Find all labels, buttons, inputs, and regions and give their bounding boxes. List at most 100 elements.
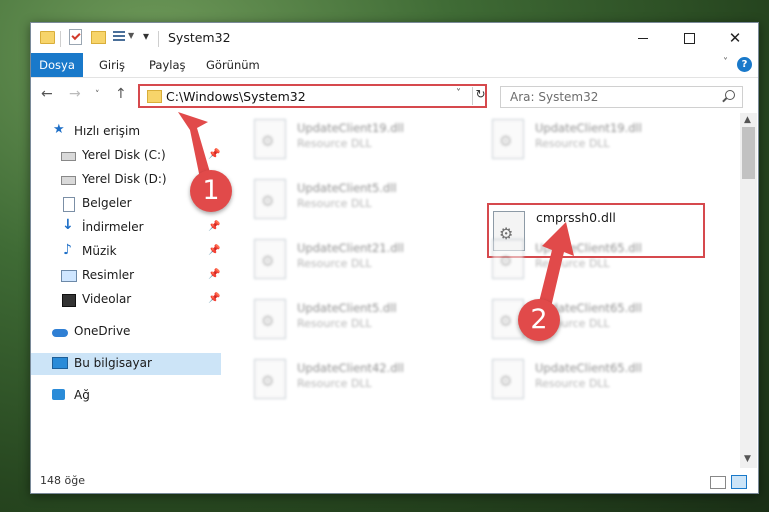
- tab-share[interactable]: Paylaş: [149, 53, 186, 77]
- file-name: UpdateClient19.dll: [535, 121, 642, 135]
- sidebar-item-music[interactable]: ♪ Müzik 📌: [31, 241, 221, 263]
- file-description: Resource DLL: [297, 197, 372, 210]
- computer-icon: [52, 357, 68, 369]
- annotation-badge-1: 1: [190, 170, 232, 212]
- sidebar-item-onedrive[interactable]: OneDrive: [31, 321, 221, 343]
- sidebar-item-this-pc[interactable]: Bu bilgisayar: [31, 353, 221, 375]
- dll-file-icon: [492, 239, 524, 279]
- file-item[interactable]: UpdateClient19.dll Resource DLL: [492, 119, 692, 159]
- tab-view[interactable]: Görünüm: [206, 53, 260, 77]
- recent-locations-icon[interactable]: ˅: [95, 90, 100, 100]
- divider: [158, 31, 159, 47]
- sidebar-item-label: OneDrive: [74, 324, 131, 338]
- file-description: Resource DLL: [297, 377, 372, 390]
- dll-file-icon: [492, 359, 524, 399]
- file-name: cmprssh0.dll: [536, 210, 616, 225]
- file-description: Resource DLL: [297, 137, 372, 150]
- sidebar-item-local-disk-c[interactable]: Yerel Disk (C:) 📌: [31, 145, 221, 167]
- pin-icon[interactable]: 📌: [208, 221, 220, 232]
- file-name: UpdateClient65.dll: [535, 361, 642, 375]
- scroll-up-icon[interactable]: ▲: [744, 115, 751, 125]
- sidebar-item-label: Bu bilgisayar: [74, 356, 152, 370]
- sidebar-item-label: Yerel Disk (C:): [82, 148, 166, 162]
- drive-icon: [61, 176, 76, 185]
- file-description: Resource DLL: [297, 317, 372, 330]
- properties-icon[interactable]: [113, 31, 125, 43]
- sidebar-item-network[interactable]: Ağ: [31, 385, 221, 407]
- file-name: UpdateClient42.dll: [297, 361, 404, 375]
- file-item[interactable]: UpdateClient65.dll Resource DLL: [492, 359, 692, 399]
- close-button[interactable]: ✕: [712, 23, 758, 53]
- dll-file-icon: [254, 119, 286, 159]
- chevron-down-icon[interactable]: ˅: [456, 88, 461, 99]
- tab-home[interactable]: Giriş: [99, 53, 125, 77]
- folder-icon: [147, 90, 162, 103]
- search-input[interactable]: Ara: System32: [510, 90, 598, 104]
- sidebar-item-quick-access[interactable]: ★ Hızlı erişim: [31, 121, 221, 143]
- music-icon: ♪: [63, 242, 72, 258]
- file-name: UpdateClient5.dll: [297, 301, 397, 315]
- sidebar-item-label: Ağ: [74, 388, 90, 402]
- file-item[interactable]: UpdateClient5.dll Resource DLL: [254, 179, 454, 219]
- pin-icon[interactable]: 📌: [208, 269, 220, 280]
- file-name: UpdateClient19.dll: [297, 121, 404, 135]
- file-name: UpdateClient5.dll: [297, 181, 397, 195]
- properties-check-icon[interactable]: [69, 29, 82, 45]
- address-path[interactable]: C:\Windows\System32: [166, 89, 306, 104]
- pin-icon[interactable]: 📌: [208, 245, 220, 256]
- forward-arrow-icon[interactable]: →: [69, 86, 81, 102]
- pin-icon[interactable]: 📌: [208, 149, 220, 160]
- window-title: System32: [168, 30, 231, 45]
- sidebar-item-label: Videolar: [82, 292, 132, 306]
- sidebar-item-videos[interactable]: Videolar 📌: [31, 289, 221, 311]
- details-view-icon[interactable]: [710, 476, 726, 489]
- drive-icon: [61, 152, 76, 161]
- scroll-thumb[interactable]: [742, 127, 755, 179]
- sidebar-item-label: Yerel Disk (D:): [82, 172, 167, 186]
- file-description: Resource DLL: [297, 257, 372, 270]
- navigation-pane: ★ Hızlı erişim Yerel Disk (C:) 📌 Yerel D…: [31, 113, 223, 468]
- sidebar-item-pictures[interactable]: Resimler 📌: [31, 265, 221, 287]
- chevron-down-icon[interactable]: ▼: [128, 31, 134, 40]
- refresh-icon[interactable]: ↻: [472, 87, 488, 105]
- scroll-down-icon[interactable]: ▼: [744, 454, 751, 464]
- sidebar-item-label: İndirmeler: [82, 220, 144, 234]
- search-icon: [725, 90, 735, 100]
- file-item[interactable]: UpdateClient42.dll Resource DLL: [254, 359, 454, 399]
- item-count: 148 öğe: [40, 474, 85, 487]
- large-icons-view-icon[interactable]: [731, 475, 747, 489]
- file-description: Resource DLL: [535, 137, 610, 150]
- search-box[interactable]: Ara: System32: [500, 86, 743, 108]
- navigation-bar: ← → ˅ ↑ C:\Windows\System32 ˅ ↻ Ara: Sys…: [31, 78, 758, 112]
- file-item[interactable]: UpdateClient21.dll Resource DLL: [254, 239, 454, 279]
- dll-file-icon: [254, 179, 286, 219]
- minimize-button[interactable]: [620, 23, 666, 53]
- up-arrow-icon[interactable]: ↑: [115, 86, 127, 102]
- maximize-button[interactable]: [666, 23, 712, 53]
- sidebar-item-label: Müzik: [82, 244, 117, 258]
- cloud-icon: [52, 329, 68, 337]
- dll-file-icon: [254, 239, 286, 279]
- file-description: Resource DLL: [535, 257, 610, 270]
- sidebar-item-label: Hızlı erişim: [74, 124, 141, 138]
- help-icon[interactable]: ?: [737, 57, 752, 72]
- network-icon: [52, 389, 65, 400]
- vertical-scrollbar[interactable]: ▲ ▼: [740, 113, 757, 468]
- pin-icon[interactable]: 📌: [208, 293, 220, 304]
- file-item[interactable]: UpdateClient65.dll Resource DLL: [492, 239, 692, 279]
- customize-toolbar-icon[interactable]: ▾: [143, 29, 149, 43]
- dll-file-icon: [254, 299, 286, 339]
- sidebar-item-downloads[interactable]: ↓ İndirmeler 📌: [31, 217, 221, 239]
- file-item[interactable]: UpdateClient19.dll Resource DLL: [254, 119, 454, 159]
- tab-file[interactable]: Dosya: [31, 53, 83, 77]
- expand-ribbon-icon[interactable]: ˅: [723, 57, 728, 68]
- folder-icon[interactable]: [40, 31, 55, 44]
- file-item[interactable]: UpdateClient5.dll Resource DLL: [254, 299, 454, 339]
- documents-icon: [63, 197, 75, 212]
- ribbon-tabs: Dosya Giriş Paylaş Görünüm ˅ ?: [31, 53, 758, 78]
- file-name: UpdateClient21.dll: [297, 241, 404, 255]
- title-bar: ▼ ▾ System32 ✕: [31, 23, 758, 53]
- new-folder-icon[interactable]: [91, 31, 106, 44]
- back-arrow-icon[interactable]: ←: [41, 86, 53, 102]
- address-bar[interactable]: C:\Windows\System32 ˅ ↻: [138, 84, 487, 108]
